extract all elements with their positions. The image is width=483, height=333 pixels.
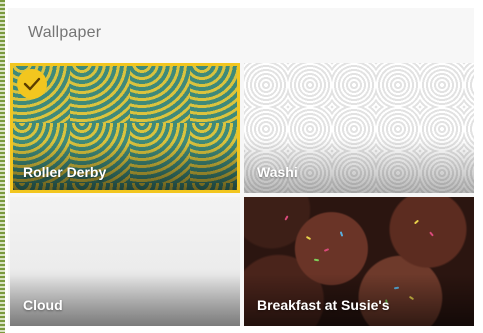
- wallpaper-panel: Wallpaper Roller Derby Washi Cloud Break…: [8, 8, 474, 326]
- panel-title: Wallpaper: [28, 24, 102, 41]
- sprinkle: [323, 248, 330, 252]
- checkmark-icon: [17, 69, 47, 99]
- wallpaper-grid: Roller Derby Washi Cloud Breakfast at Su…: [8, 63, 474, 326]
- wallpaper-label: Roller Derby: [23, 164, 107, 180]
- panel-header: Wallpaper: [8, 8, 474, 56]
- wallpaper-label: Cloud: [23, 297, 63, 313]
- wallpaper-tile-breakfast-at-susies[interactable]: Breakfast at Susie's: [244, 197, 474, 326]
- wallpaper-tile-roller-derby[interactable]: Roller Derby: [10, 63, 240, 193]
- sprinkle: [313, 258, 320, 262]
- sprinkle: [305, 235, 312, 241]
- sprinkle: [413, 219, 420, 225]
- wallpaper-tile-cloud[interactable]: Cloud: [10, 197, 240, 326]
- window-edge: [0, 0, 5, 333]
- wallpaper-label: Washi: [257, 164, 298, 180]
- sprinkle: [284, 215, 289, 221]
- wallpaper-tile-washi[interactable]: Washi: [244, 63, 474, 193]
- sprinkle: [339, 231, 344, 237]
- wallpaper-label: Breakfast at Susie's: [257, 297, 390, 313]
- sprinkle: [429, 231, 434, 237]
